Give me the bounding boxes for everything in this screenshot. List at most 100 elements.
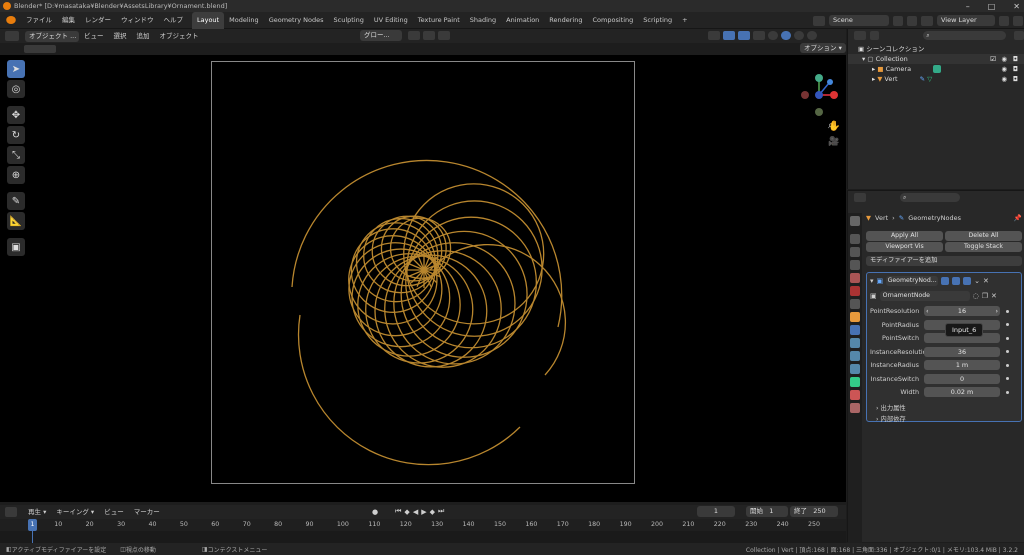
viewport-toggle-icon[interactable] xyxy=(952,277,961,285)
keyframe-dot[interactable] xyxy=(1006,377,1009,380)
internal-deps-panel[interactable]: › 内部依存 xyxy=(870,414,1018,425)
point-resolution-field[interactable]: ‹ 16 › xyxy=(924,306,1000,316)
add-cube-tool-icon[interactable]: ▣ xyxy=(7,238,25,256)
properties-editor-icon[interactable] xyxy=(854,193,866,202)
next-key-icon[interactable]: ◆ xyxy=(430,508,435,516)
tab-layout[interactable]: Layout xyxy=(192,11,225,29)
render-toggle-icon[interactable] xyxy=(963,277,972,285)
collection-eye-icon[interactable]: ◉ xyxy=(1001,54,1007,64)
output-tab-icon[interactable] xyxy=(850,247,860,257)
transform-orientation[interactable]: グロー... xyxy=(360,30,402,41)
output-attributes-panel[interactable]: › 出力属性 xyxy=(870,403,1018,414)
delete-all-button[interactable]: Delete All xyxy=(945,231,1022,241)
apply-all-button[interactable]: Apply All xyxy=(866,231,943,241)
overlay-icon[interactable] xyxy=(738,31,750,40)
collection-checkbox-icon[interactable]: ☑ xyxy=(990,54,996,64)
move-tool-icon[interactable]: ✥ xyxy=(7,106,25,124)
timeline-area[interactable] xyxy=(0,531,846,543)
collapse-modifier-icon[interactable]: ▾ xyxy=(870,277,874,285)
keyframe-dot[interactable] xyxy=(1006,350,1009,353)
viewport-menu-object[interactable]: オブジェクト xyxy=(155,29,204,43)
scene-tab-icon[interactable] xyxy=(850,273,860,283)
view-layer-field[interactable]: View Layer xyxy=(937,15,995,26)
camera-render-icon[interactable]: ◘ xyxy=(1013,64,1018,74)
scene-icon[interactable] xyxy=(813,15,825,26)
constraints-tab-icon[interactable] xyxy=(850,364,860,374)
camera-eye-icon[interactable]: ◉ xyxy=(1001,64,1007,74)
xray-icon[interactable] xyxy=(753,31,765,40)
proportional-icon[interactable] xyxy=(438,31,450,40)
tab-uv-editing[interactable]: UV Editing xyxy=(369,12,413,29)
outliner-editor-icon[interactable] xyxy=(854,31,866,40)
viewport-menu-select[interactable]: 選択 xyxy=(109,29,132,43)
rotate-tool-icon[interactable]: ↻ xyxy=(7,126,25,144)
object-tab-icon[interactable] xyxy=(850,312,860,322)
play-reverse-icon[interactable]: ◀ xyxy=(413,508,418,516)
keyframe-dot[interactable] xyxy=(1006,363,1009,367)
properties-search-input[interactable]: ⌕ xyxy=(900,193,960,202)
gizmo-icon[interactable] xyxy=(723,31,735,40)
instance-radius-field[interactable]: 1 m xyxy=(924,360,1000,370)
viewport-menu-add[interactable]: 追加 xyxy=(132,29,155,43)
camera-view-icon[interactable]: 🎥 xyxy=(828,137,839,147)
3d-viewport[interactable]: ➤ ◎ ✥ ↻ ⤡ ⊕ ✎ 📐 ▣ ⌕ ✋ 🎥 xyxy=(0,55,846,502)
remove-view-layer-icon[interactable] xyxy=(1013,15,1023,26)
viewport-vis-button[interactable]: Viewport Vis xyxy=(866,242,943,252)
collection-tab-icon[interactable] xyxy=(850,299,860,309)
timeline-editor-icon[interactable] xyxy=(5,507,17,517)
add-modifier-dropdown[interactable]: モディファイアーを追加 xyxy=(866,256,1022,266)
copy-view-layer-icon[interactable] xyxy=(999,15,1009,26)
tab-shading[interactable]: Shading xyxy=(465,12,501,29)
copy-scene-icon[interactable] xyxy=(893,15,903,26)
minimize-icon[interactable]: – xyxy=(966,2,970,11)
measure-tool-icon[interactable]: 📐 xyxy=(7,212,25,230)
fake-user-icon[interactable]: ◌ xyxy=(973,292,979,300)
unlink-icon[interactable]: ✕ xyxy=(991,292,997,300)
toggle-stack-button[interactable]: Toggle Stack xyxy=(945,242,1022,252)
keyframe-dot[interactable] xyxy=(1006,323,1009,326)
prev-key-icon[interactable]: ◆ xyxy=(404,508,409,516)
play-icon[interactable]: ▶ xyxy=(421,508,426,516)
select-mode-icons[interactable] xyxy=(24,45,56,53)
render-tab-icon[interactable] xyxy=(850,234,860,244)
view-layer-icon[interactable] xyxy=(921,15,933,26)
shading-material-icon[interactable] xyxy=(794,31,804,40)
tab-scripting[interactable]: Scripting xyxy=(638,12,677,29)
world-tab-icon[interactable] xyxy=(850,286,860,296)
timeline-menu-playback[interactable]: 再生 ▾ xyxy=(23,505,51,519)
jump-end-icon[interactable]: ⏭ xyxy=(438,507,444,516)
node-group-field[interactable]: OrnamentNode xyxy=(879,290,970,301)
mode-selector[interactable]: オブジェクト ... xyxy=(25,30,79,42)
increment-icon[interactable]: › xyxy=(995,306,998,316)
scale-tool-icon[interactable]: ⤡ xyxy=(7,146,25,164)
outliner-item-vert[interactable]: ▸ ▼ Vert ✎ ▽ ◉ ◘ xyxy=(848,74,1024,84)
blender-menu-icon[interactable] xyxy=(6,16,16,24)
instance-resolution-field[interactable]: 36 xyxy=(924,346,1000,357)
decrement-icon[interactable]: ‹ xyxy=(926,306,929,316)
keyframe-dot[interactable] xyxy=(1006,309,1009,313)
menu-edit[interactable]: 編集 xyxy=(57,12,80,29)
outliner-scene-collection[interactable]: ▣ シーンコレクション xyxy=(848,44,1024,54)
remove-scene-icon[interactable] xyxy=(907,15,917,26)
modifier-name-field[interactable]: GeometryNod... xyxy=(886,276,939,286)
physics-tab-icon[interactable] xyxy=(850,351,860,361)
jump-start-icon[interactable]: ⏮ xyxy=(395,507,401,516)
tab-compositing[interactable]: Compositing xyxy=(588,12,639,29)
transform-tool-icon[interactable]: ⊕ xyxy=(7,166,25,184)
width-field[interactable]: 0.02 m xyxy=(924,387,1000,397)
instance-switch-field[interactable]: 0 xyxy=(924,373,1000,384)
menu-help[interactable]: ヘルプ xyxy=(159,12,189,29)
keyframe-dot[interactable] xyxy=(1006,390,1009,394)
pan-hand-icon[interactable]: ✋ xyxy=(828,121,840,132)
shading-render-icon[interactable] xyxy=(807,31,817,40)
pivot-icon[interactable] xyxy=(408,31,420,40)
vert-eye-icon[interactable]: ◉ xyxy=(1001,74,1007,84)
timeline-menu-keying[interactable]: キーイング ▾ xyxy=(51,505,99,519)
menu-window[interactable]: ウィンドウ xyxy=(116,12,159,29)
timeline-menu-marker[interactable]: マーカー xyxy=(129,505,165,519)
collection-camera-icon[interactable]: ◘ xyxy=(1013,54,1018,64)
filter-icon[interactable] xyxy=(1014,31,1024,40)
menu-file[interactable]: ファイル xyxy=(21,12,57,29)
tool-tab-icon[interactable] xyxy=(850,216,860,226)
texture-tab-icon[interactable] xyxy=(850,403,860,413)
